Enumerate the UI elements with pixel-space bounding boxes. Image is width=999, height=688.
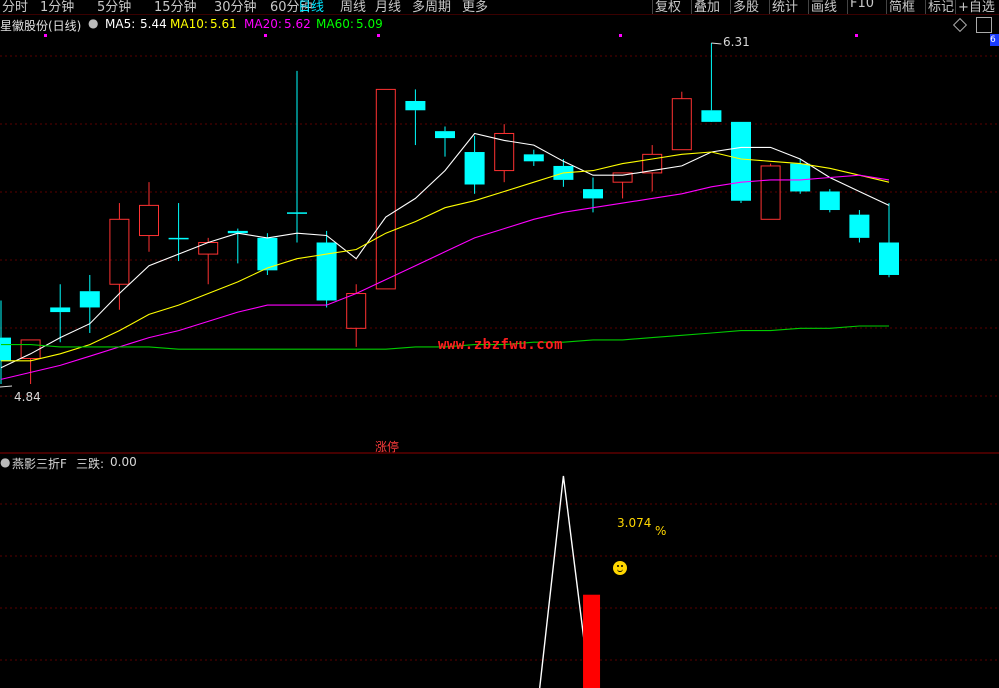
toolbar-button-1[interactable]: 叠加 [694, 0, 720, 15]
settings-icon[interactable] [976, 17, 992, 33]
tab-6[interactable]: 日线 [298, 0, 324, 15]
indicator-bar [583, 594, 601, 688]
stock-title: 星徽股份(日线) [0, 19, 82, 33]
candle-down [435, 131, 455, 139]
candle-down [405, 100, 426, 111]
candle-down [0, 337, 11, 361]
tab-4[interactable]: 30分钟 [214, 0, 257, 15]
candle-up [346, 293, 367, 329]
top-marker [619, 34, 622, 37]
top-marker [264, 34, 267, 37]
low-price-marker: 4.84 [14, 390, 41, 404]
ma60-label: MA60: [316, 17, 354, 31]
toolbar-button-8[interactable]: +自选 [958, 0, 995, 15]
limit-up-tag: 涨停 [375, 440, 400, 454]
toolbar-divider [808, 0, 809, 14]
tab-2[interactable]: 5分钟 [97, 0, 131, 15]
tab-9[interactable]: 多周期 [412, 0, 451, 15]
candle-down [168, 237, 189, 240]
tab-0[interactable]: 分时 [2, 0, 28, 15]
toolbar-divider [730, 0, 731, 14]
dropdown-icon[interactable]: ● [88, 16, 98, 30]
candle-down [731, 121, 751, 201]
toolbar-button-3[interactable]: 统计 [772, 0, 798, 15]
toolbar-divider [652, 0, 653, 14]
indicator-line [539, 475, 591, 688]
ma5-value: 5.44 [140, 17, 167, 31]
toolbar-divider [955, 0, 956, 14]
tab-8[interactable]: 月线 [375, 0, 401, 15]
indicator-chart[interactable] [0, 458, 999, 688]
kline-chart[interactable] [0, 34, 999, 454]
toolbar-divider [847, 0, 848, 14]
candle-up [20, 339, 41, 359]
indicator-pct-unit: % [655, 524, 667, 538]
tab-3[interactable]: 15分钟 [154, 0, 197, 15]
candle-down [701, 110, 722, 122]
ma60-value: 5.09 [356, 17, 383, 31]
high-arrow [711, 42, 722, 45]
candle-down [316, 242, 337, 301]
ma20-label: MA20: [244, 17, 282, 31]
toolbar-button-6[interactable]: 简框 [889, 0, 915, 15]
candle-down [523, 154, 544, 162]
ma10-value: 5.61 [210, 17, 237, 31]
toolbar-button-4[interactable]: 画线 [811, 0, 837, 15]
tab-7[interactable]: 周线 [340, 0, 366, 15]
top-marker [377, 34, 380, 37]
ma20-value: 5.62 [284, 17, 311, 31]
toolbar-divider [769, 0, 770, 14]
top-marker [855, 34, 858, 37]
candle-down [79, 291, 100, 308]
ma10-label: MA10: [170, 17, 208, 31]
candle-up [109, 218, 130, 285]
top-marker [44, 34, 47, 37]
toolbar-button-0[interactable]: 复权 [655, 0, 681, 15]
candle-down [879, 242, 899, 275]
candle-up [139, 204, 159, 237]
toolbar-button-7[interactable]: 标记 [928, 0, 954, 15]
toolbar-button-2[interactable]: 多股 [733, 0, 759, 15]
period-toolbar: 分时 1分钟 5分钟 15分钟 30分钟 60分钟 日线 周线 月线 多周期 更多 复权 叠加 多股 统计画… [0, 0, 999, 15]
toolbar-button-5[interactable]: F10 [850, 0, 874, 11]
smiley-icon [613, 561, 627, 575]
toolbar-divider [925, 0, 926, 14]
candle-up [198, 241, 219, 255]
high-price-marker: 6.31 [723, 35, 750, 49]
toolbar-divider [886, 0, 887, 14]
candle-down [464, 152, 485, 185]
low-arrow [0, 385, 13, 388]
watermark-text: www.zbzfwu.com [438, 337, 564, 353]
ma5-line [0, 132, 890, 369]
candle-up [760, 165, 781, 220]
candle-down [50, 307, 71, 313]
candle-down [287, 212, 307, 214]
toolbar-divider [691, 0, 692, 14]
candle-down [583, 189, 603, 199]
ma-legend: 星徽股份(日线) ● MA5: 5.44 MA10: 5.61 MA20: 5.… [0, 16, 999, 34]
candle-down [790, 163, 811, 192]
indicator-pct-value: 3.074 [617, 516, 652, 530]
tab-10[interactable]: 更多 [462, 0, 488, 15]
tab-1[interactable]: 1分钟 [40, 0, 74, 15]
ma5-label: MA5: [105, 17, 136, 31]
candle-down [849, 214, 870, 238]
candle-down [819, 191, 840, 211]
candle-up [375, 88, 396, 290]
ma10-line [1, 151, 890, 362]
